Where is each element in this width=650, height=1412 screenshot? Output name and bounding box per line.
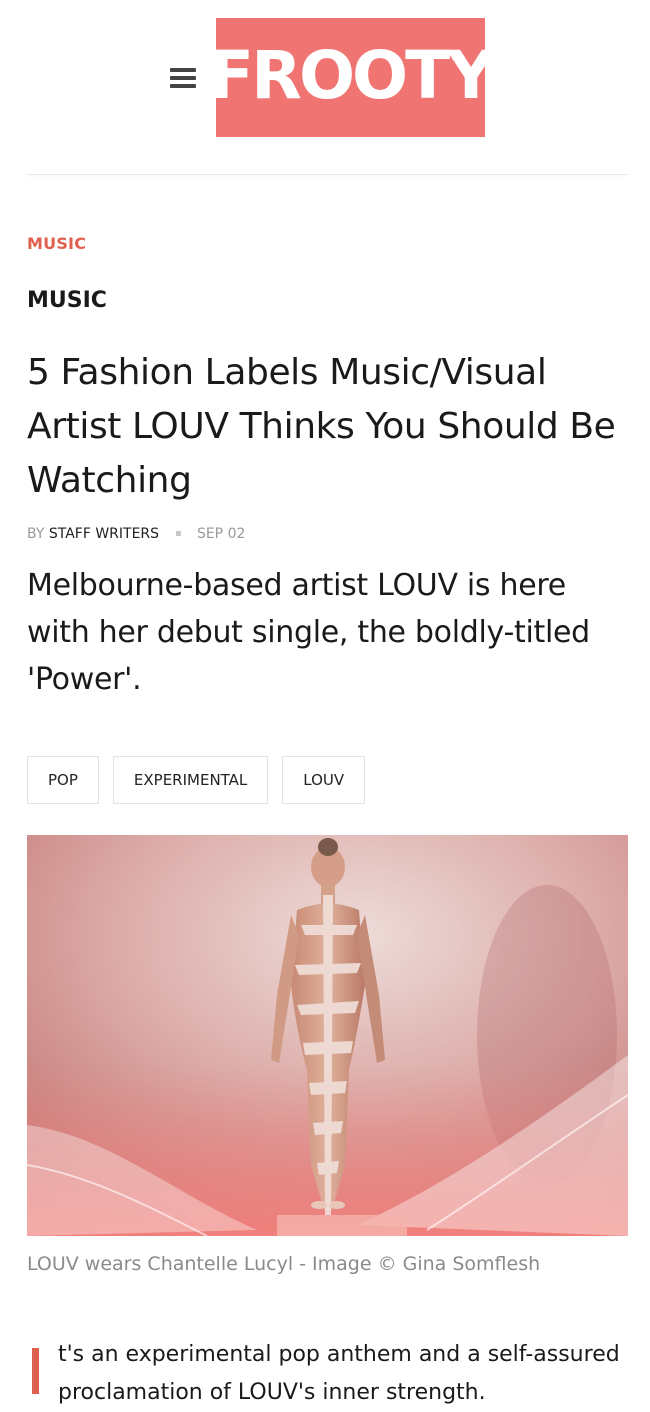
body-paragraph: t's an experimental pop anthem and a sel… [58, 1342, 620, 1405]
tag-louv[interactable]: LOUV [282, 756, 366, 804]
drop-cap-marker [32, 1348, 39, 1394]
tag-experimental[interactable]: EXPERIMENTAL [112, 756, 269, 804]
category-link[interactable]: MUSIC [27, 234, 86, 253]
hamburger-menu-icon[interactable] [166, 62, 198, 94]
image-caption: LOUV wears Chantelle Lucyl - Image © Gin… [27, 1253, 541, 1275]
tag-pop[interactable]: POP [27, 756, 99, 804]
hero-image[interactable] [27, 835, 628, 1236]
publish-date: SEP 02 [196, 526, 246, 542]
byline-separator [175, 530, 181, 536]
article-title: 5 Fashion Labels Music/Visual Artist LOU… [27, 352, 616, 501]
article-standfirst: Melbourne-based artist LOUV is here with… [27, 568, 590, 697]
section-label: MUSIC [27, 288, 107, 313]
tag-list: POP EXPERIMENTAL LOUV [27, 756, 366, 804]
byline-by: BY [27, 526, 45, 542]
author-link[interactable]: STAFF WRITERS [49, 526, 159, 542]
site-logo[interactable]: FROOTY [209, 18, 495, 137]
logo-text: FROOTY [209, 36, 495, 114]
header-divider [27, 174, 628, 175]
site-header: FROOTY [0, 0, 650, 176]
byline: BY STAFF WRITERS SEP 02 [27, 526, 245, 542]
